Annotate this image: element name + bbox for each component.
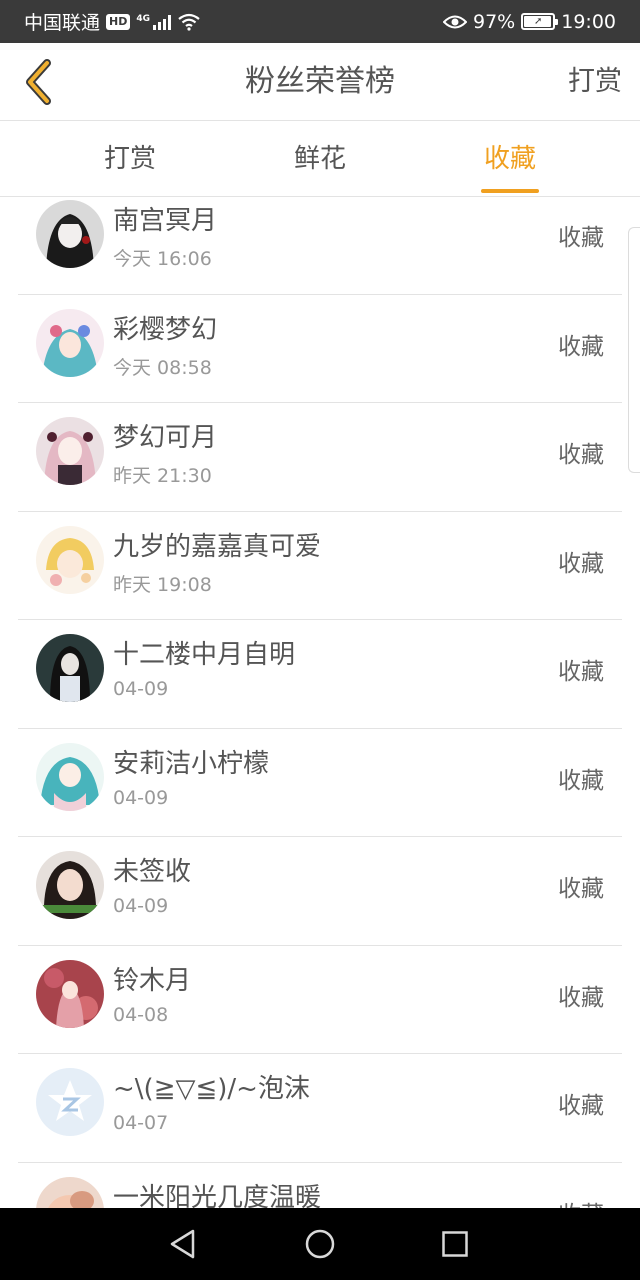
hd-icon: HD — [106, 13, 131, 30]
list-item[interactable]: ~\(≧▽≦)/~泡沫 04-07 收藏 — [18, 1054, 622, 1163]
timestamp: 04-09 — [113, 786, 169, 809]
timestamp: 昨天 21:30 — [113, 465, 212, 487]
list-item[interactable]: 梦幻可月昨天 21:30 收藏 — [18, 403, 622, 512]
back-triangle-icon — [170, 1229, 195, 1259]
nav-home-button[interactable] — [300, 1224, 340, 1264]
user-name: 未签收 — [113, 857, 192, 887]
avatar[interactable] — [36, 1176, 104, 1208]
avatar-image — [36, 959, 104, 1028]
reward-button[interactable]: 打赏 — [568, 43, 622, 121]
tab-flowers[interactable]: 鲜花 — [255, 121, 385, 197]
timestamp: 昨天 19:08 — [113, 573, 212, 596]
timestamp: 04-07 — [113, 1112, 169, 1134]
avatar-image — [36, 742, 104, 811]
tab-favorites[interactable]: 收藏 — [445, 121, 575, 197]
avatar[interactable] — [36, 634, 104, 702]
list-item[interactable]: 南宫冥月今天 16:06 收藏 — [18, 197, 622, 295]
tab-label: 打赏 — [103, 144, 156, 174]
favorite-label: 收藏 — [558, 333, 604, 360]
avatar-image — [36, 200, 104, 268]
user-name: 安莉洁小柠檬 — [113, 748, 270, 779]
nav-back-button[interactable] — [163, 1224, 203, 1264]
timestamp: 04-08 — [113, 1003, 169, 1026]
navigation-bar — [0, 1208, 640, 1280]
avatar-image — [36, 634, 104, 702]
favorite-label: 收藏 — [558, 442, 604, 468]
list-item[interactable]: 十二楼中月自明 04-09 收藏 — [18, 620, 622, 729]
tab-label: 收藏 — [483, 144, 536, 174]
avatar[interactable] — [36, 417, 104, 485]
avatar-image — [36, 308, 104, 377]
user-name: 一米阳光几度温暖 — [113, 1182, 322, 1209]
avatar[interactable] — [36, 525, 104, 594]
user-name: 九岁的嘉嘉真可爱 — [113, 531, 322, 562]
timestamp: 04-09 — [113, 678, 169, 700]
list-item[interactable]: 九岁的嘉嘉真可爱昨天 19:08 收藏 — [18, 512, 622, 620]
tab-reward[interactable]: 打赏 — [65, 121, 195, 197]
back-button[interactable] — [14, 57, 64, 107]
list-item[interactable]: 一米阳光几度温暖 收藏 — [18, 1163, 622, 1209]
tab-bar: 打赏 鲜花 收藏 — [0, 121, 640, 197]
list-item[interactable]: 彩樱梦幻今天 08:58 收藏 — [18, 295, 622, 403]
list-item[interactable]: 铃木月 04-08 收藏 — [18, 946, 622, 1054]
timestamp: 今天 16:06 — [113, 248, 212, 270]
favorite-label: 收藏 — [558, 659, 604, 685]
favorite-label: 收藏 — [558, 876, 604, 902]
list-item[interactable]: 未签收 04-09 收藏 — [18, 837, 622, 946]
fan-list[interactable]: 南宫冥月 今天 16:06 收藏 彩樱梦幻 今天 08:58 收藏 梦幻可月 昨天 21:30… — [0, 197, 640, 1208]
user-name: 铃木月 — [113, 965, 192, 996]
chevron-left-icon — [26, 59, 51, 105]
battery-icon: ➚ — [521, 13, 559, 30]
user-name: ~\(≧▽≦)/~泡沫 — [113, 1074, 310, 1104]
wifi-icon — [178, 13, 200, 31]
network-type-label: 4G — [136, 13, 151, 24]
eye-icon — [443, 15, 467, 28]
user-name: 南宫冥月 — [113, 206, 218, 236]
favorite-label: 收藏 — [558, 550, 604, 577]
avatar[interactable] — [36, 1068, 104, 1136]
favorite-label: 收藏 — [558, 1093, 604, 1119]
avatar[interactable] — [36, 851, 104, 919]
charging-leaf-icon: ➚ — [534, 15, 543, 27]
user-name: 梦幻可月 — [113, 423, 218, 453]
avatar[interactable] — [36, 200, 104, 268]
scrollbar[interactable] — [628, 227, 640, 473]
favorite-label: 收藏 — [558, 225, 604, 251]
page-title: 粉丝荣誉榜 — [245, 64, 395, 99]
avatar[interactable] — [36, 742, 104, 811]
status-left: 中国联通 HD 4G — [24, 8, 201, 35]
carrier-label: 中国联通 — [24, 12, 101, 34]
timestamp: 04-09 — [113, 895, 169, 917]
avatar-image — [36, 1068, 104, 1136]
favorite-label: 收藏 — [558, 767, 604, 794]
user-name: 彩樱梦幻 — [113, 314, 218, 345]
recents-square-icon — [442, 1231, 468, 1257]
tab-label: 鲜花 — [293, 144, 346, 174]
home-circle-icon — [305, 1229, 335, 1259]
battery-percent: 97% — [473, 10, 516, 33]
nav-recents-button[interactable] — [435, 1224, 475, 1264]
avatar[interactable] — [36, 308, 104, 377]
favorite-label: 收藏 — [558, 1195, 604, 1209]
status-bar: 中国联通 HD 4G 97% ➚ 19:00 — [0, 0, 640, 43]
status-right: 97% ➚ 19:00 — [443, 11, 616, 33]
avatar-image — [36, 1176, 104, 1208]
avatar-image — [36, 525, 104, 594]
title-bar: 粉丝荣誉榜 打赏 — [0, 43, 640, 121]
user-name: 十二楼中月自明 — [113, 640, 296, 670]
active-tab-indicator — [481, 189, 539, 193]
avatar-image — [36, 417, 104, 485]
clock: 19:00 — [561, 10, 616, 33]
signal-icon: 4G — [136, 13, 172, 30]
avatar-image — [36, 851, 104, 919]
avatar[interactable] — [36, 959, 104, 1028]
favorite-label: 收藏 — [558, 984, 604, 1011]
timestamp: 今天 08:58 — [113, 356, 212, 379]
list-item[interactable]: 安莉洁小柠檬 04-09 收藏 — [18, 729, 622, 837]
